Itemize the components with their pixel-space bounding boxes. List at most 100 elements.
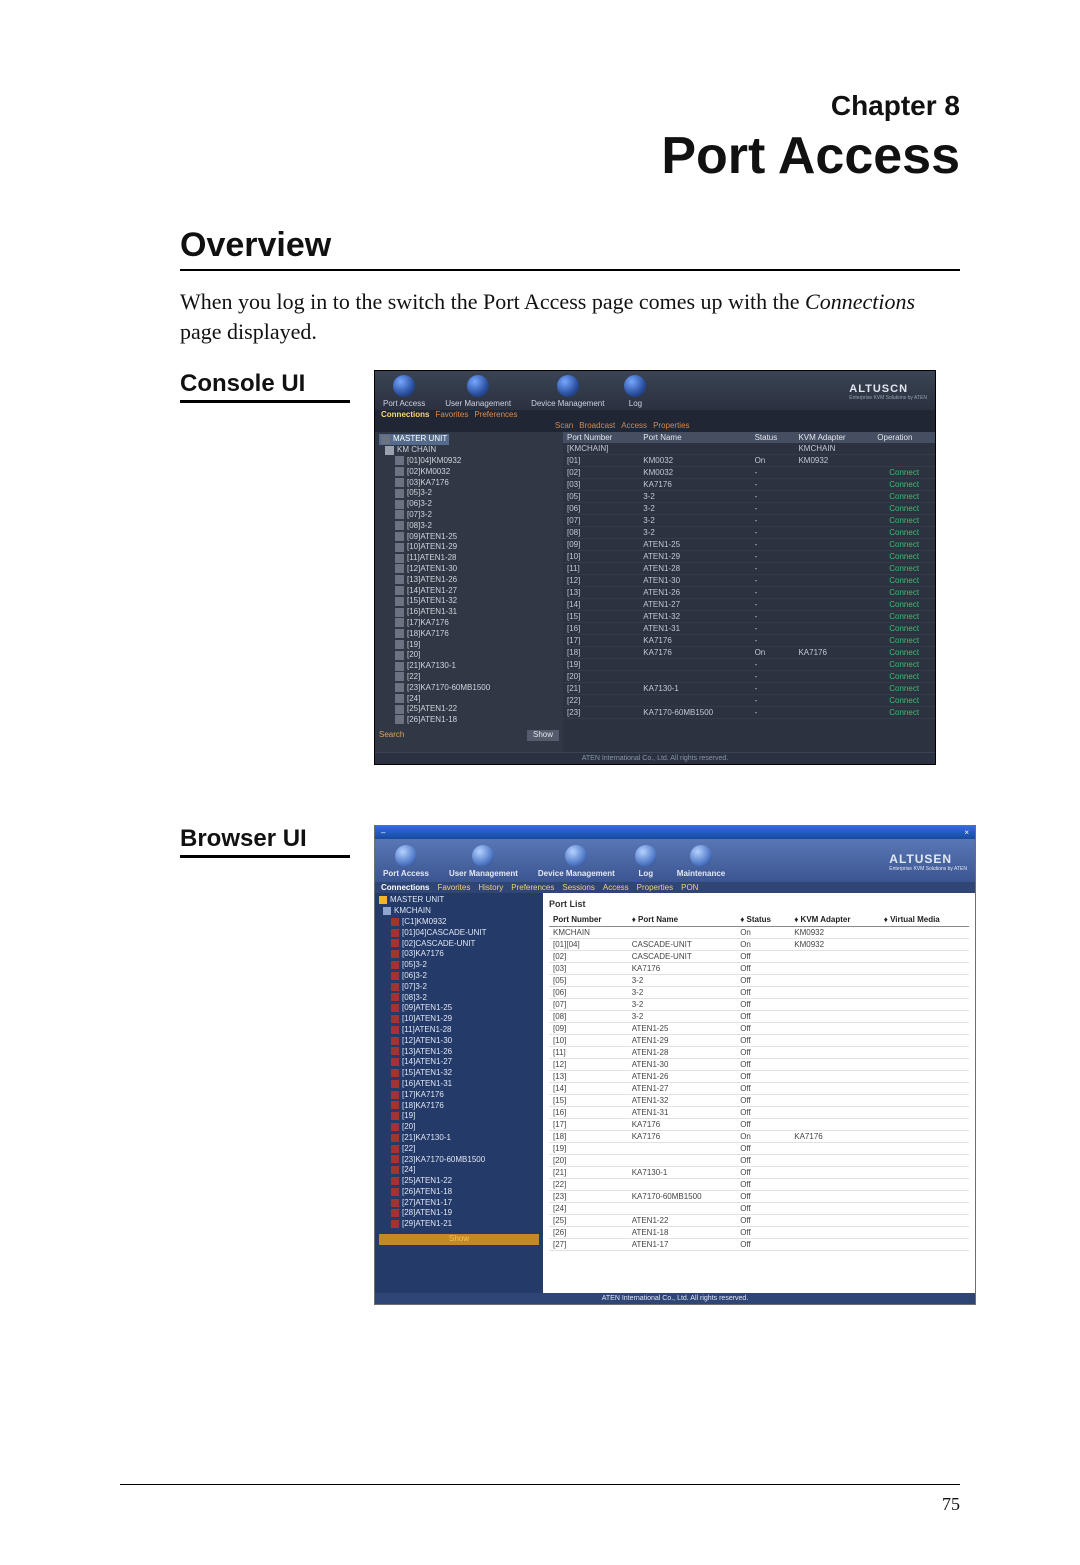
browser-tree-item[interactable]: KMCHAIN: [379, 906, 539, 917]
browser-tree-item[interactable]: [15]ATEN1-32: [379, 1068, 539, 1079]
browser-toolbar-button[interactable]: Log: [635, 845, 657, 878]
table-row[interactable]: [21]KA7130-1Off: [549, 1167, 969, 1179]
table-row[interactable]: [19]Off: [549, 1143, 969, 1155]
console-tree-item[interactable]: [20]: [379, 650, 559, 661]
browser-toolbar-button[interactable]: User Management: [449, 845, 518, 878]
console-show-button[interactable]: Show: [527, 730, 559, 741]
browser-tree-item[interactable]: [16]ATEN1-31: [379, 1079, 539, 1090]
browser-tree-item[interactable]: [25]ATEN1-22: [379, 1176, 539, 1187]
table-row[interactable]: [20]-Connect: [563, 671, 935, 683]
table-row[interactable]: [19]-Connect: [563, 659, 935, 671]
table-row[interactable]: [20]Off: [549, 1155, 969, 1167]
console-subtab[interactable]: Connections: [381, 410, 429, 419]
table-row[interactable]: [22]Off: [549, 1179, 969, 1191]
console-tree-item[interactable]: [15]ATEN1-32: [379, 596, 559, 607]
table-row[interactable]: [14]ATEN1-27Off: [549, 1083, 969, 1095]
table-row[interactable]: [16]ATEN1-31-Connect: [563, 623, 935, 635]
browser-tree-item[interactable]: [12]ATEN1-30: [379, 1036, 539, 1047]
browser-subtab[interactable]: Access: [603, 883, 629, 892]
table-row[interactable]: [21]KA7130-1-Connect: [563, 683, 935, 695]
browser-subtab[interactable]: PON: [681, 883, 698, 892]
browser-toolbar-button[interactable]: Maintenance: [677, 845, 725, 878]
browser-tree-item[interactable]: [17]KA7176: [379, 1090, 539, 1101]
table-row[interactable]: [23]KA7170-60MB1500Off: [549, 1191, 969, 1203]
browser-tree-item[interactable]: [24]: [379, 1165, 539, 1176]
console-table-header[interactable]: Port Number: [563, 432, 639, 443]
table-row[interactable]: [13]ATEN1-26-Connect: [563, 587, 935, 599]
console-tree-item[interactable]: [10]ATEN1-29: [379, 542, 559, 553]
console-toolbar-button[interactable]: Log: [624, 375, 646, 408]
table-row[interactable]: [25]ATEN1-22Off: [549, 1215, 969, 1227]
console-toolbar-button[interactable]: Port Access: [383, 375, 425, 408]
browser-tree-item[interactable]: [18]KA7176: [379, 1101, 539, 1112]
table-row[interactable]: [10]ATEN1-29Off: [549, 1035, 969, 1047]
browser-tree-item[interactable]: [22]: [379, 1144, 539, 1155]
table-row[interactable]: [08]3-2-Connect: [563, 527, 935, 539]
browser-toolbar-button[interactable]: Device Management: [538, 845, 615, 878]
browser-table-header[interactable]: ♦ Port Name: [628, 913, 737, 927]
table-row[interactable]: KMCHAINOnKM0932: [549, 927, 969, 939]
browser-tree-item[interactable]: [29]ATEN1-21: [379, 1219, 539, 1230]
table-row[interactable]: [17]KA7176-Connect: [563, 635, 935, 647]
table-row[interactable]: [26]ATEN1-18Off: [549, 1227, 969, 1239]
browser-tree-item[interactable]: [14]ATEN1-27: [379, 1057, 539, 1068]
table-row[interactable]: [07]3-2Off: [549, 999, 969, 1011]
console-subtab[interactable]: Scan: [555, 421, 573, 430]
browser-tree-item[interactable]: [02]CASCADE-UNIT: [379, 939, 539, 950]
table-row[interactable]: [06]3-2Off: [549, 987, 969, 999]
browser-table-header[interactable]: Port Number: [549, 913, 628, 927]
table-row[interactable]: [02]KM0032-Connect: [563, 467, 935, 479]
console-tree-item[interactable]: [16]ATEN1-31: [379, 607, 559, 618]
console-tree-item[interactable]: [23]KA7170-60MB1500: [379, 683, 559, 694]
console-tree-item[interactable]: [08]3-2: [379, 521, 559, 532]
table-row[interactable]: [17]KA7176Off: [549, 1119, 969, 1131]
console-tree-item[interactable]: [11]ATEN1-28: [379, 553, 559, 564]
browser-table-header[interactable]: ♦ KVM Adapter: [790, 913, 880, 927]
browser-subtab[interactable]: Connections: [381, 883, 429, 892]
console-tree-item[interactable]: [24]: [379, 694, 559, 705]
browser-tree-item[interactable]: [23]KA7170-60MB1500: [379, 1155, 539, 1166]
table-row[interactable]: [KMCHAIN]KMCHAIN: [563, 443, 935, 455]
browser-tree-item[interactable]: [01]04]CASCADE-UNIT: [379, 928, 539, 939]
close-icon[interactable]: ×: [964, 828, 969, 837]
console-tree-item[interactable]: [22]: [379, 672, 559, 683]
browser-tree-item[interactable]: [07]3-2: [379, 982, 539, 993]
table-row[interactable]: [15]ATEN1-32-Connect: [563, 611, 935, 623]
console-tree-item[interactable]: [03]KA7176: [379, 478, 559, 489]
table-row[interactable]: [06]3-2-Connect: [563, 503, 935, 515]
browser-toolbar-button[interactable]: Port Access: [383, 845, 429, 878]
table-row[interactable]: [13]ATEN1-26Off: [549, 1071, 969, 1083]
console-tree-item[interactable]: [21]KA7130-1: [379, 661, 559, 672]
browser-subtab[interactable]: Preferences: [511, 883, 554, 892]
console-subtab[interactable]: Preferences: [474, 410, 517, 419]
table-row[interactable]: [23]KA7170-60MB1500-Connect: [563, 707, 935, 719]
console-subtab[interactable]: Broadcast: [579, 421, 615, 430]
browser-tree-item[interactable]: [11]ATEN1-28: [379, 1025, 539, 1036]
console-tree-item[interactable]: [25]ATEN1-22: [379, 704, 559, 715]
table-row[interactable]: [03]KA7176-Connect: [563, 479, 935, 491]
table-row[interactable]: [27]ATEN1-17Off: [549, 1239, 969, 1251]
table-row[interactable]: [14]ATEN1-27-Connect: [563, 599, 935, 611]
browser-subtab[interactable]: Sessions: [562, 883, 594, 892]
console-subtab[interactable]: Favorites: [435, 410, 468, 419]
table-row[interactable]: [11]ATEN1-28-Connect: [563, 563, 935, 575]
browser-tree-item[interactable]: [C1]KM0932: [379, 917, 539, 928]
console-tree-item[interactable]: KM CHAIN: [379, 445, 559, 456]
browser-tree-item[interactable]: [26]ATEN1-18: [379, 1187, 539, 1198]
browser-tree-item[interactable]: [13]ATEN1-26: [379, 1047, 539, 1058]
table-row[interactable]: [03]KA7176Off: [549, 963, 969, 975]
table-row[interactable]: [01][04]CASCADE-UNITOnKM0932: [549, 939, 969, 951]
browser-tree-item[interactable]: [10]ATEN1-29: [379, 1014, 539, 1025]
browser-show-button[interactable]: Show: [379, 1234, 539, 1245]
table-row[interactable]: [11]ATEN1-28Off: [549, 1047, 969, 1059]
console-toolbar-button[interactable]: User Management: [445, 375, 511, 408]
console-tree-item[interactable]: [02]KM0032: [379, 467, 559, 478]
browser-tree-item[interactable]: [27]ATEN1-17: [379, 1198, 539, 1209]
console-table-header[interactable]: Port Name: [639, 432, 750, 443]
console-table-header[interactable]: Operation: [873, 432, 935, 443]
console-tree-root[interactable]: MASTER UNIT: [379, 434, 449, 445]
table-row[interactable]: [05]3-2-Connect: [563, 491, 935, 503]
table-row[interactable]: [07]3-2-Connect: [563, 515, 935, 527]
table-row[interactable]: [18]KA7176OnKA7176Connect: [563, 647, 935, 659]
browser-tree-item[interactable]: [05]3-2: [379, 960, 539, 971]
